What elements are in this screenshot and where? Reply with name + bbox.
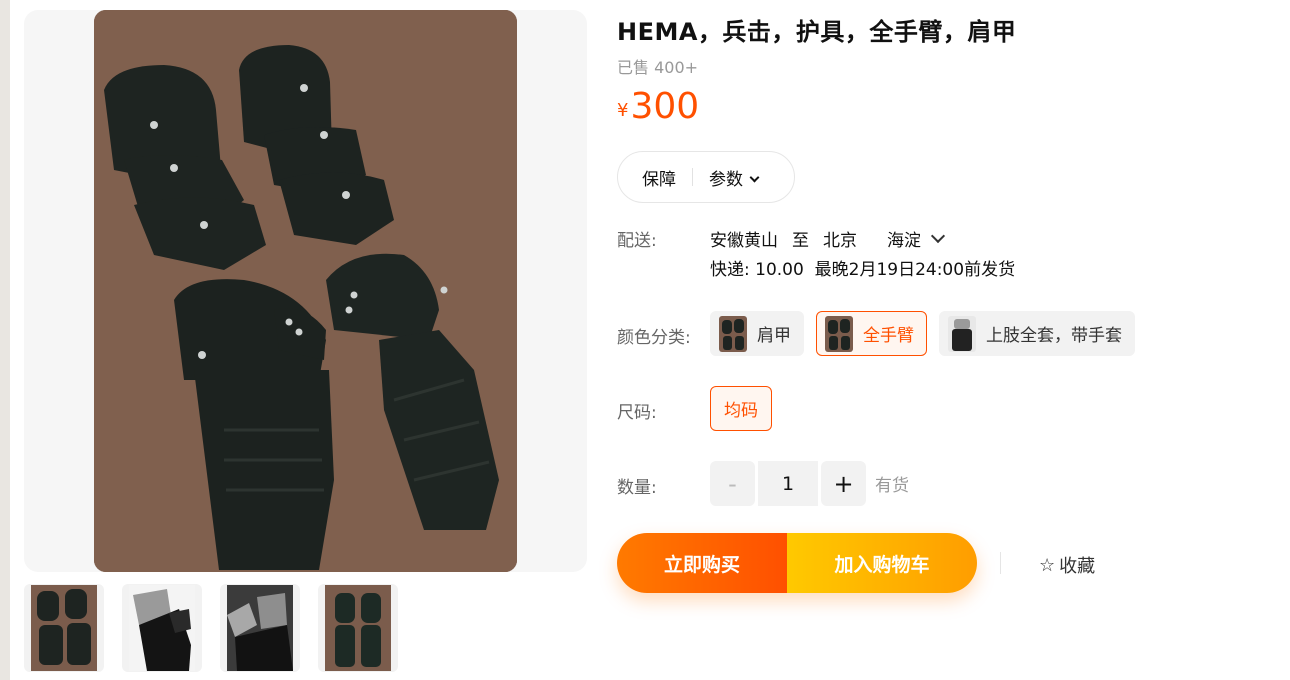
add-to-cart-button[interactable]: 加入购物车: [787, 533, 977, 593]
swatch-image: [719, 315, 747, 352]
buy-now-button[interactable]: 立即购买: [617, 533, 787, 593]
stock-status: 有货: [875, 476, 909, 496]
product-title: HEMA，兵击，护具，全手臂，肩甲: [617, 18, 1017, 46]
star-outline-icon: ☆: [1039, 554, 1056, 576]
increment-button[interactable]: +: [821, 461, 866, 506]
swatch-image: [948, 315, 976, 352]
thumbnail-4[interactable]: [318, 584, 398, 672]
favorite-button[interactable]: ☆ 收藏: [1039, 552, 1095, 578]
color-option-shoulder[interactable]: 肩甲: [710, 311, 804, 356]
color-option-label: 上肢全套，带手套: [986, 326, 1122, 346]
decrement-button[interactable]: -: [710, 461, 755, 506]
color-option-full-arm[interactable]: 全手臂: [816, 311, 927, 356]
params-chip-label: 参数: [709, 169, 743, 190]
main-product-image[interactable]: [94, 10, 517, 572]
color-option-full-set[interactable]: 上肢全套，带手套: [939, 311, 1135, 356]
guarantee-chip[interactable]: 保障: [642, 165, 676, 190]
quantity-stepper: - 1 + 有货: [710, 461, 909, 506]
color-option-label: 全手臂: [863, 326, 914, 346]
delivery-district: 海淀: [887, 231, 921, 251]
action-divider: [1000, 552, 1001, 574]
currency-symbol: ¥: [617, 100, 629, 121]
chevron-down-icon: [749, 172, 760, 182]
chevron-down-icon[interactable]: [930, 228, 946, 243]
color-label: 颜色分类:: [617, 328, 691, 348]
shipping-eta: 最晚2月19日24:00前发货: [814, 260, 1016, 280]
price: ¥300: [617, 86, 699, 127]
delivery-to-word: 至: [792, 231, 809, 251]
params-chip[interactable]: 参数: [709, 165, 760, 190]
delivery-label: 配送:: [617, 231, 657, 251]
thumbnail-strip: [24, 584, 398, 672]
thumbnail-2[interactable]: [122, 584, 202, 672]
window-edge: [0, 0, 10, 680]
thumbnail-3[interactable]: [220, 584, 300, 672]
color-option-label: 肩甲: [757, 326, 791, 346]
sales-count: 已售 400+: [617, 58, 699, 77]
delivery-city: 北京: [823, 231, 857, 251]
delivery-route[interactable]: 安徽黄山 至 北京 海淀: [710, 226, 957, 251]
size-option-onesize[interactable]: 均码: [710, 386, 772, 431]
service-chip-group: 保障 参数: [617, 151, 795, 203]
delivery-origin: 安徽黄山: [710, 231, 778, 251]
delivery-info: 快递: 10.00 最晚2月19日24:00前发货: [710, 255, 1015, 280]
shipping-fee: 快递: 10.00: [710, 260, 804, 280]
quantity-label: 数量:: [617, 478, 657, 498]
purchase-buttons: 立即购买 加入购物车: [617, 533, 977, 593]
chip-divider: [692, 168, 693, 186]
color-options: 肩甲 全手臂 上肢全套，带手套: [710, 311, 1135, 356]
swatch-image: [825, 315, 853, 352]
price-value: 300: [630, 86, 700, 127]
thumbnail-1[interactable]: [24, 584, 104, 672]
favorite-label: 收藏: [1059, 556, 1096, 577]
quantity-input[interactable]: 1: [758, 461, 818, 506]
size-label: 尺码:: [617, 403, 657, 423]
